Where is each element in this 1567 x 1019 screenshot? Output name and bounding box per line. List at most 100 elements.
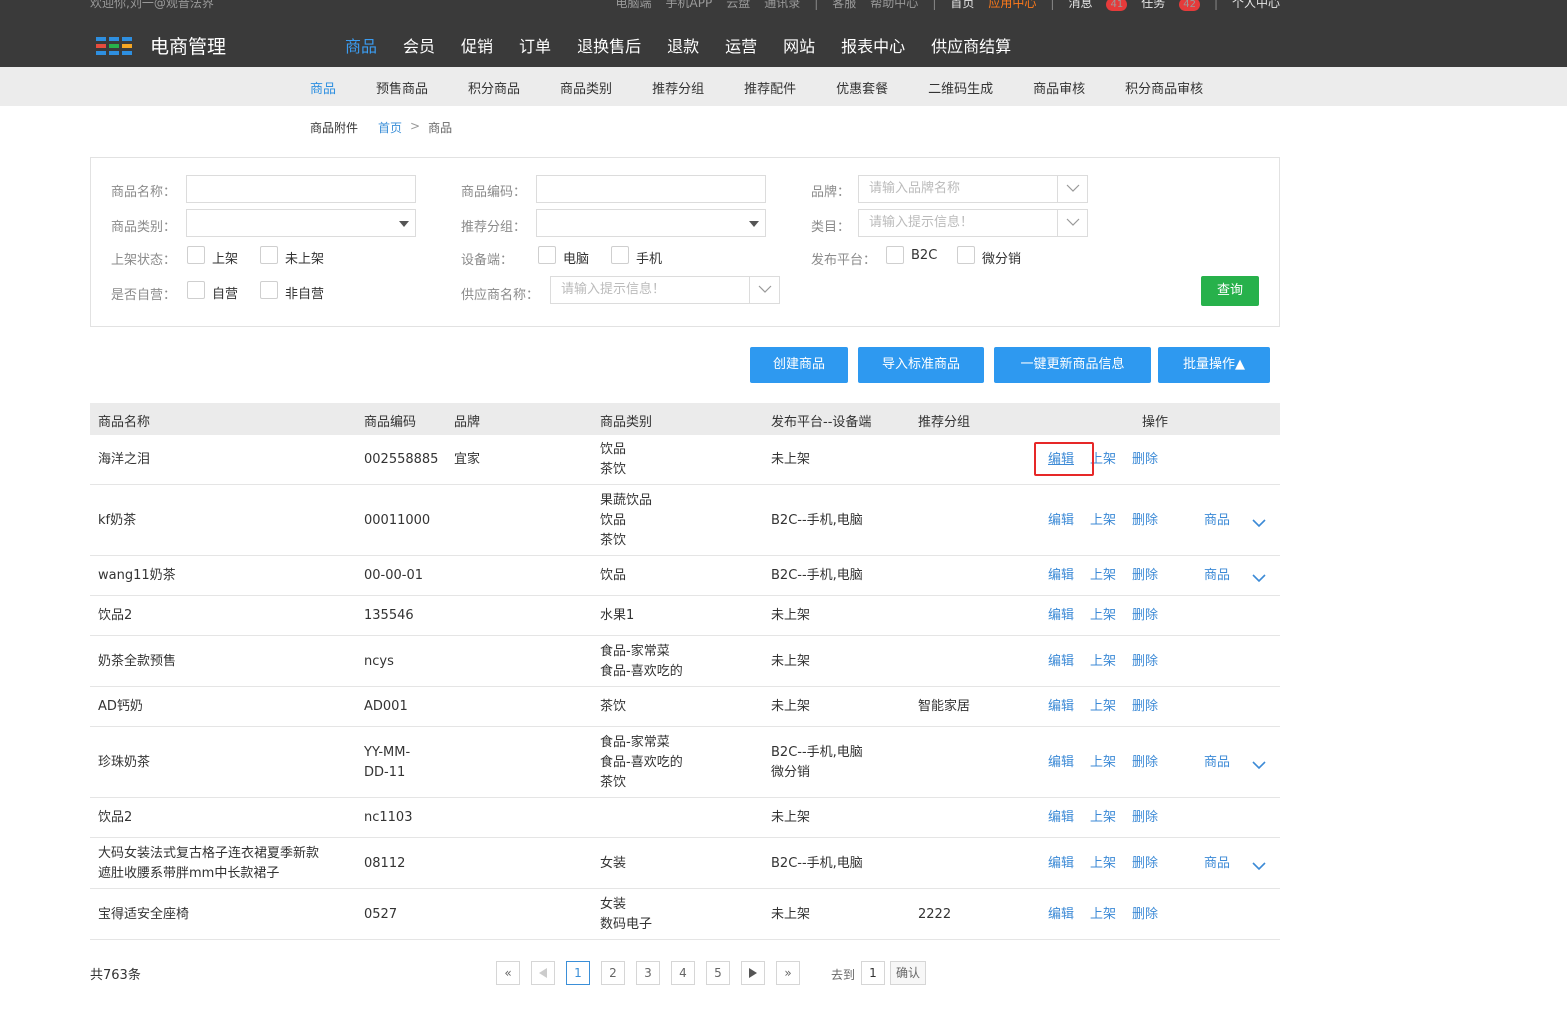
page-button[interactable]: 5 [706, 961, 730, 985]
batch-operation-button[interactable]: 批量操作▲ [1158, 347, 1270, 383]
chevron-down-icon[interactable] [1252, 572, 1266, 587]
goto-page-input[interactable]: 1 [861, 961, 885, 985]
main-nav-item[interactable]: 促销 [461, 36, 493, 58]
status-on-checkbox[interactable] [187, 246, 205, 264]
sub-nav-item[interactable]: 商品 [310, 78, 336, 97]
link-pc[interactable]: 电脑端 [616, 0, 652, 11]
app-logo[interactable]: 电商管理 [96, 32, 226, 59]
class-combo[interactable]: 请输入提示信息！ [858, 209, 1088, 237]
delete-link[interactable]: 删除 [1132, 450, 1158, 470]
sub-nav-item[interactable]: 优惠套餐 [836, 78, 888, 97]
shelf-link[interactable]: 上架 [1090, 511, 1116, 531]
last-page-button[interactable]: » [776, 961, 800, 985]
main-nav-item[interactable]: 供应商结算 [931, 36, 1011, 58]
main-nav-item[interactable]: 订单 [519, 36, 551, 58]
prev-page-icon[interactable] [531, 961, 555, 985]
link-app-center[interactable]: 应用中心 [988, 0, 1036, 11]
query-button[interactable]: 查询 [1201, 276, 1259, 306]
delete-link[interactable]: 删除 [1132, 566, 1158, 586]
link-messages[interactable]: 消息 41 [1068, 0, 1128, 11]
product-name-input[interactable] [186, 175, 416, 203]
shelf-link[interactable]: 上架 [1090, 606, 1116, 626]
product-link[interactable]: 商品 [1204, 753, 1230, 773]
platform-micro-checkbox[interactable] [957, 246, 975, 264]
chevron-down-icon[interactable] [1057, 210, 1087, 236]
link-home[interactable]: 首页 [950, 0, 974, 11]
goto-confirm-button[interactable]: 确认 [890, 961, 926, 985]
product-link[interactable]: 商品 [1204, 854, 1230, 874]
sub-nav-item[interactable]: 二维码生成 [928, 78, 993, 97]
chevron-down-icon[interactable] [1252, 860, 1266, 875]
sub-nav-item[interactable]: 推荐配件 [744, 78, 796, 97]
delete-link[interactable]: 删除 [1132, 808, 1158, 828]
edit-link[interactable]: 编辑 [1048, 753, 1074, 773]
page-button[interactable]: 3 [636, 961, 660, 985]
supplier-combo[interactable]: 请输入提示信息！ [550, 276, 780, 304]
link-cloud-disk[interactable]: 云盘 [726, 0, 750, 11]
edit-link[interactable]: 编辑 [1048, 697, 1074, 717]
link-contacts[interactable]: 通讯录 [764, 0, 800, 11]
device-mobile-checkbox[interactable] [611, 246, 629, 264]
shelf-link[interactable]: 上架 [1090, 808, 1116, 828]
edit-link[interactable]: 编辑 [1048, 652, 1074, 672]
link-service[interactable]: 客服 [832, 0, 856, 11]
edit-link[interactable]: 编辑 [1048, 808, 1074, 828]
product-link[interactable]: 商品 [1204, 511, 1230, 531]
update-product-info-button[interactable]: 一键更新商品信息 [994, 347, 1151, 383]
edit-link[interactable]: 编辑 [1048, 606, 1074, 626]
sub-nav-item[interactable]: 推荐分组 [652, 78, 704, 97]
product-attachment-link[interactable]: 商品附件 [310, 119, 358, 136]
shelf-link[interactable]: 上架 [1090, 566, 1116, 586]
main-nav-item[interactable]: 网站 [783, 36, 815, 58]
shelf-link[interactable]: 上架 [1090, 697, 1116, 717]
sub-nav-item[interactable]: 预售商品 [376, 78, 428, 97]
shelf-link[interactable]: 上架 [1090, 652, 1116, 672]
delete-link[interactable]: 删除 [1132, 905, 1158, 925]
device-pc-checkbox[interactable] [538, 246, 556, 264]
sub-nav-item[interactable]: 商品类别 [560, 78, 612, 97]
page-button[interactable]: 1 [566, 961, 590, 985]
category-select[interactable] [186, 209, 416, 237]
shelf-link[interactable]: 上架 [1090, 905, 1116, 925]
chevron-down-icon[interactable] [1252, 517, 1266, 532]
edit-link[interactable]: 编辑 [1048, 905, 1074, 925]
create-product-button[interactable]: 创建商品 [750, 347, 848, 383]
group-select[interactable] [536, 209, 766, 237]
main-nav-item[interactable]: 退款 [667, 36, 699, 58]
sub-nav-item[interactable]: 积分商品审核 [1125, 78, 1203, 97]
delete-link[interactable]: 删除 [1132, 606, 1158, 626]
non-self-run-checkbox[interactable] [260, 281, 278, 299]
edit-link[interactable]: 编辑 [1048, 566, 1074, 586]
platform-b2c-checkbox[interactable] [886, 246, 904, 264]
status-off-checkbox[interactable] [260, 246, 278, 264]
breadcrumb-home[interactable]: 首页 [378, 119, 402, 136]
link-mobile-app[interactable]: 手机APP [666, 0, 713, 11]
delete-link[interactable]: 删除 [1132, 854, 1158, 874]
main-nav-item[interactable]: 商品 [345, 36, 377, 58]
link-tasks[interactable]: 任务 42 [1141, 0, 1200, 11]
page-button[interactable]: 2 [601, 961, 625, 985]
main-nav-item[interactable]: 退换售后 [577, 36, 641, 58]
delete-link[interactable]: 删除 [1132, 511, 1158, 531]
page-button[interactable]: 4 [671, 961, 695, 985]
chevron-down-icon[interactable] [749, 277, 779, 303]
shelf-link[interactable]: 上架 [1090, 854, 1116, 874]
link-profile[interactable]: 个人中心 [1232, 0, 1280, 11]
sub-nav-item[interactable]: 积分商品 [468, 78, 520, 97]
edit-link[interactable]: 编辑 [1048, 854, 1074, 874]
import-standard-product-button[interactable]: 导入标准商品 [858, 347, 984, 383]
sub-nav-item[interactable]: 商品审核 [1033, 78, 1085, 97]
main-nav-item[interactable]: 运营 [725, 36, 757, 58]
shelf-link[interactable]: 上架 [1090, 753, 1116, 773]
chevron-down-icon[interactable] [1057, 176, 1087, 202]
delete-link[interactable]: 删除 [1132, 652, 1158, 672]
brand-combo[interactable]: 请输入品牌名称 [858, 175, 1088, 203]
self-run-checkbox[interactable] [187, 281, 205, 299]
link-help[interactable]: 帮助中心 [870, 0, 918, 11]
product-code-input[interactable] [536, 175, 766, 203]
chevron-down-icon[interactable] [1252, 759, 1266, 774]
delete-link[interactable]: 删除 [1132, 753, 1158, 773]
first-page-button[interactable]: « [496, 961, 520, 985]
next-page-icon[interactable] [741, 961, 765, 985]
main-nav-item[interactable]: 会员 [403, 36, 435, 58]
